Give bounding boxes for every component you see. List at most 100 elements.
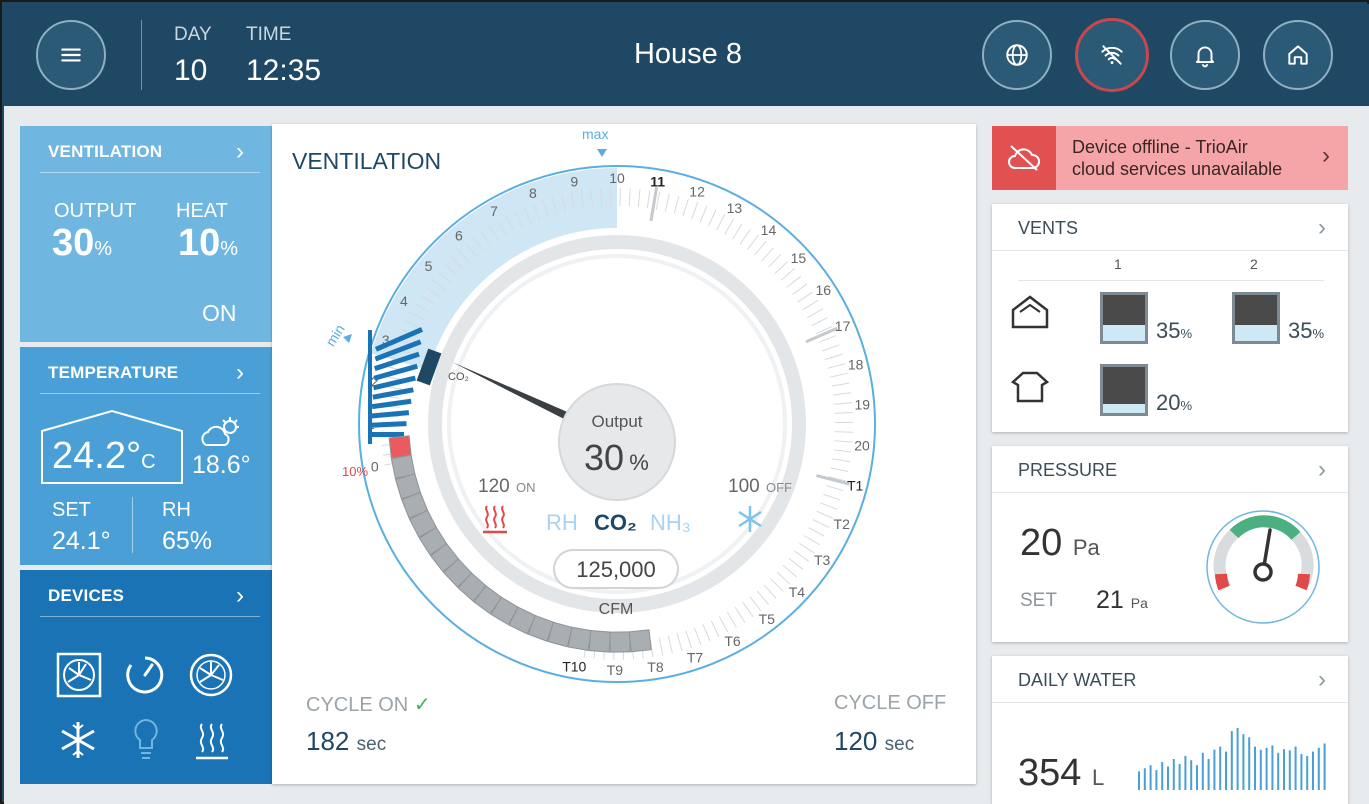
divider xyxy=(40,616,260,617)
vent-fill xyxy=(1103,324,1145,341)
water-bar xyxy=(1161,762,1164,790)
dial-minor-tick xyxy=(673,196,680,214)
dial-tick-label: T4 xyxy=(789,584,806,600)
vent-position-box xyxy=(1100,292,1148,344)
dial-minor-tick xyxy=(724,218,735,235)
min-label: min xyxy=(322,321,348,349)
dial-minor-tick xyxy=(793,550,810,562)
chevron-right-icon[interactable]: › xyxy=(1318,666,1326,694)
output-label: OUTPUT xyxy=(54,200,137,222)
heat-block xyxy=(588,630,612,653)
dial-tick-label: 11 xyxy=(650,173,665,189)
water-bar xyxy=(1230,731,1233,790)
dial-minor-tick xyxy=(664,193,670,212)
vent-percent: 35% xyxy=(1288,318,1325,343)
globe-button[interactable] xyxy=(982,20,1052,90)
dial-minor-tick xyxy=(609,188,612,207)
hamburger-icon xyxy=(61,48,81,62)
divider xyxy=(992,250,1348,251)
chevron-right-icon[interactable]: › xyxy=(1318,456,1326,484)
heat-value: 10% xyxy=(178,222,239,264)
dial-minor-tick xyxy=(707,209,717,227)
chevron-right-icon[interactable]: › xyxy=(236,138,244,166)
dial-minor-tick xyxy=(831,382,850,387)
alarms-button[interactable] xyxy=(1170,20,1240,90)
dial-minor-tick xyxy=(739,228,751,245)
dial-minor-tick xyxy=(716,213,726,231)
nh3-sensor-label: NH₃ xyxy=(650,510,691,535)
dial-minor-tick xyxy=(834,440,853,443)
dial-major-tick xyxy=(805,326,838,344)
ventilation-card-title: VENTILATION xyxy=(48,142,163,161)
dial-minor-tick xyxy=(802,299,819,311)
dial-tick-label: 5 xyxy=(425,258,433,274)
fan-box-icon xyxy=(56,652,102,698)
dial-tick-label: 6 xyxy=(455,228,463,244)
max-marker xyxy=(597,149,607,157)
circulation-fan-icon xyxy=(189,653,233,697)
dial-minor-tick xyxy=(747,234,759,250)
off-value: 100 xyxy=(728,476,760,497)
water-bar xyxy=(1236,728,1239,790)
network-offline-button[interactable] xyxy=(1075,18,1149,92)
dial-minor-tick xyxy=(797,291,813,303)
water-bar xyxy=(1219,746,1222,790)
time-value: 12:35 xyxy=(246,54,322,87)
dial-minor-tick xyxy=(732,223,743,240)
dial-minor-tick xyxy=(646,190,651,209)
water-bar xyxy=(1143,768,1146,790)
dial-minor-tick xyxy=(734,606,746,623)
dial-minor-tick xyxy=(774,260,789,275)
chevron-right-icon[interactable]: › xyxy=(236,359,244,387)
temperature-card[interactable]: TEMPERATURE › 24.2°C 18.6° SET 24.1° RH … xyxy=(20,347,272,565)
dial-minor-tick xyxy=(685,630,692,649)
cycle-off-label: CYCLE OFF xyxy=(834,692,947,714)
dial-tick-label: 9 xyxy=(570,174,578,190)
water-bar xyxy=(1178,763,1181,790)
offline-alert[interactable]: Device offline - TrioAir cloud services u… xyxy=(992,126,1348,190)
cloud-off-icon xyxy=(992,126,1056,190)
home-icon xyxy=(1288,45,1308,65)
header-divider xyxy=(141,20,142,90)
dial-tick-label: T3 xyxy=(814,552,831,568)
on-value: 120 xyxy=(478,476,510,497)
vent-position-box xyxy=(1232,292,1280,344)
chevron-right-icon[interactable]: › xyxy=(1318,214,1326,242)
dial-minor-tick xyxy=(770,578,784,592)
cycle-on-value: 182 sec xyxy=(306,726,387,756)
home-button[interactable] xyxy=(1263,20,1333,90)
chevron-right-icon[interactable]: › xyxy=(236,582,244,610)
pressure-set-label: SET xyxy=(1020,590,1057,611)
divider xyxy=(1018,280,1324,281)
water-bar xyxy=(1271,745,1274,790)
water-bar xyxy=(1312,751,1314,790)
rh-label: RH xyxy=(162,499,191,521)
daily-water-value: 354 L xyxy=(1018,752,1105,794)
water-bar xyxy=(1242,734,1245,790)
daily-water-card[interactable]: DAILY WATER › 354 L xyxy=(992,656,1348,804)
dial-major-tick xyxy=(816,474,850,486)
vents-card[interactable]: VENTS › 1 2 35% 35% 20% xyxy=(992,204,1348,432)
dial-minor-tick xyxy=(628,188,631,207)
pressure-card[interactable]: PRESSURE › 20 Pa SET 21 Pa xyxy=(992,446,1348,642)
inside-temperature: 24.2°C xyxy=(52,435,156,477)
divider xyxy=(992,492,1348,493)
level-bar xyxy=(370,421,407,428)
dial-needle xyxy=(452,362,572,421)
water-bar xyxy=(1259,749,1262,790)
devices-card[interactable]: DEVICES › xyxy=(20,570,272,784)
dial-minor-tick xyxy=(825,353,843,361)
level-bar-spine xyxy=(368,330,372,444)
heater-icon xyxy=(196,723,228,760)
water-bar xyxy=(1201,752,1204,790)
ventilation-card[interactable]: VENTILATION › OUTPUT 30% HEAT 10% ON xyxy=(20,126,284,342)
heat-label: HEAT xyxy=(176,200,228,222)
dial-minor-tick xyxy=(693,627,702,645)
chevron-right-icon[interactable]: › xyxy=(1322,142,1330,170)
dial-minor-tick xyxy=(788,557,804,570)
pressure-set-value: 21 Pa xyxy=(1096,586,1148,614)
dial-tick-label: 17 xyxy=(835,318,851,334)
menu-button[interactable] xyxy=(36,20,106,90)
app-frame: DAY 10 TIME 12:35 House 8 VENTILATION › … xyxy=(0,0,1369,804)
time-label: TIME xyxy=(246,24,292,45)
